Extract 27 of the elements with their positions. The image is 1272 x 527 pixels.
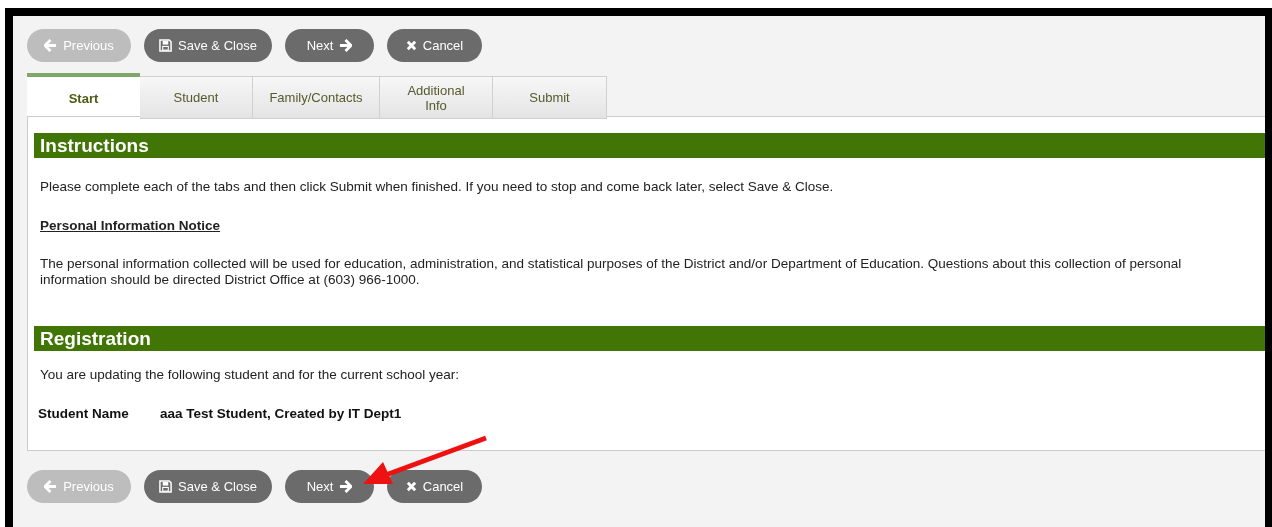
save-close-button[interactable]: Save & Close — [144, 29, 272, 62]
close-icon — [405, 481, 417, 492]
save-icon — [159, 39, 173, 52]
tab[interactable]: Additional Info — [380, 76, 493, 119]
field-label: Student Name — [38, 404, 130, 423]
next-button[interactable]: Next — [285, 29, 374, 62]
close-icon — [405, 40, 417, 51]
arrow-right-icon — [339, 39, 353, 52]
tab[interactable]: Start — [27, 73, 140, 116]
section-title: Registration — [40, 328, 151, 348]
notice-text: The personal information collected will be used for education, administration, and statistical purposes of the District and/or Department of Education. Questions about this collection of personal information should be directed District Office at (603) 966-1000. — [40, 255, 1183, 288]
tab[interactable]: Student — [140, 76, 253, 119]
tab[interactable]: Family/Contacts — [253, 76, 380, 119]
arrow-right-icon — [339, 480, 353, 493]
tab[interactable]: Submit — [493, 76, 607, 119]
save-icon — [159, 480, 173, 493]
section-title: Instructions — [40, 136, 149, 155]
instructions-text: Please complete each of the tabs and then click Submit when finished. If you need to stop and come back later, select Save & Close. — [40, 178, 835, 196]
registration-text: You are updating the following student and for the current school year: — [40, 365, 461, 384]
arrow-left-icon — [44, 39, 58, 52]
arrow-left-icon — [44, 480, 58, 493]
field-value: aaa Test Student, Created by IT Dept1 — [160, 404, 402, 423]
save-close-button[interactable]: Save & Close — [144, 470, 272, 503]
notice-title: Personal Information Notice — [40, 217, 221, 236]
next-button[interactable]: Next — [285, 470, 374, 503]
cancel-button[interactable]: Cancel — [387, 29, 482, 62]
cancel-button[interactable]: Cancel — [387, 470, 482, 503]
